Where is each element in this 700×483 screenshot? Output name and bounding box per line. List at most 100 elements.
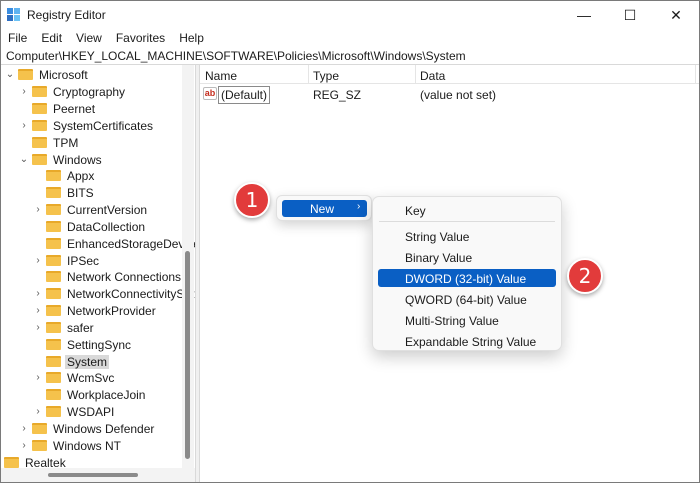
submenu-item-dword-value[interactable]: DWORD (32-bit) Value [378, 269, 556, 287]
tree-item-ipsec[interactable]: › IPSec [33, 252, 101, 269]
submenu-item-label: Key [405, 204, 426, 218]
chevron-right-icon[interactable]: › [19, 117, 29, 134]
chevron-right-icon[interactable]: › [19, 83, 29, 100]
column-header-type[interactable]: Type [313, 69, 339, 83]
menu-file[interactable]: File [1, 29, 34, 47]
tree-item-wsdapi[interactable]: › WSDAPI [33, 403, 116, 420]
chevron-right-icon[interactable]: › [33, 319, 43, 336]
context-menu-item-new-label: New [310, 202, 335, 216]
menu-view[interactable]: View [69, 29, 109, 47]
tree-item-bits[interactable]: BITS [33, 184, 96, 201]
chevron-right-icon: › [357, 201, 361, 212]
submenu-item-string-value[interactable]: String Value [378, 227, 556, 245]
folder-icon [46, 389, 61, 400]
chevron-down-icon[interactable]: ⌄ [19, 151, 29, 168]
tree-item-tpm[interactable]: TPM [19, 134, 80, 151]
tree-item-microsoft[interactable]: ⌄ Microsoft [5, 66, 90, 83]
tree-item-windows-defender[interactable]: › Windows Defender [19, 420, 156, 437]
menu-favorites[interactable]: Favorites [109, 29, 172, 47]
tree-item-networkconnectivitystat[interactable]: › NetworkConnectivityStat [33, 285, 195, 302]
tree-item-label: SystemCertificates [53, 118, 154, 133]
submenu-item-label: Binary Value [405, 251, 473, 265]
table-row[interactable]: ab (Default) REG_SZ (value not set) [200, 85, 699, 104]
tree-item-system[interactable]: System [33, 353, 110, 370]
tree-item-networkprovider[interactable]: › NetworkProvider [33, 302, 158, 319]
column-divider[interactable] [308, 65, 309, 84]
tree-item-label: EnhancedStorageDevices [67, 236, 195, 251]
tree-vertical-scrollbar[interactable] [182, 65, 194, 468]
folder-icon [46, 221, 61, 232]
tree-item-windows[interactable]: ⌄ Windows [19, 151, 104, 168]
submenu-item-binary-value[interactable]: Binary Value [378, 248, 556, 266]
tree-horizontal-scrollbar[interactable] [1, 468, 195, 482]
chevron-right-icon[interactable]: › [33, 285, 43, 302]
tree-vertical-scroll-thumb[interactable] [185, 251, 190, 459]
submenu-item-multi-string-value[interactable]: Multi-String Value [378, 311, 556, 329]
folder-icon [32, 86, 47, 97]
address-bar[interactable]: Computer\HKEY_LOCAL_MACHINE\SOFTWARE\Pol… [1, 47, 699, 65]
folder-icon [32, 137, 47, 148]
folder-icon [46, 339, 61, 350]
submenu-item-key[interactable]: Key [378, 201, 556, 219]
tree-item-label: Windows NT [53, 438, 122, 453]
folder-icon [46, 271, 61, 282]
tree-item-label: NetworkConnectivityStat [67, 286, 195, 301]
tree-item-realtek[interactable]: Realtek [1, 454, 68, 468]
chevron-right-icon[interactable]: › [33, 302, 43, 319]
tree-item-windows-nt[interactable]: › Windows NT [19, 437, 123, 454]
submenu-item-expandable-string-value[interactable]: Expandable String Value [378, 332, 556, 350]
column-divider[interactable] [415, 65, 416, 84]
step-badge-1: 1 [234, 182, 270, 218]
minimize-button[interactable]: — [561, 1, 607, 29]
submenu-item-label: Expandable String Value [405, 335, 537, 349]
menu-edit[interactable]: Edit [34, 29, 69, 47]
tree-item-label: NetworkProvider [67, 303, 156, 318]
folder-icon [46, 204, 61, 215]
chevron-down-icon[interactable]: ⌄ [5, 66, 15, 83]
tree-item-safer[interactable]: › safer [33, 319, 96, 336]
tree-item-systemcertificates[interactable]: › SystemCertificates [19, 117, 155, 134]
tree-item-appx[interactable]: Appx [33, 167, 96, 184]
context-menu: New › [276, 195, 372, 221]
tree-item-label: DataCollection [67, 219, 146, 234]
menu-help[interactable]: Help [172, 29, 211, 47]
folder-icon [32, 154, 47, 165]
tree-item-wcmsvc[interactable]: › WcmSvc [33, 369, 116, 386]
tree-item-label: WorkplaceJoin [67, 387, 146, 402]
tree-item-enhancedstoragedevices[interactable]: EnhancedStorageDevices [33, 235, 195, 252]
chevron-right-icon[interactable]: › [19, 437, 29, 454]
chevron-right-icon[interactable]: › [33, 201, 43, 218]
column-divider[interactable] [695, 65, 696, 84]
close-button[interactable]: ✕ [653, 1, 699, 29]
maximize-button[interactable]: ☐ [607, 1, 653, 29]
chevron-right-icon[interactable]: › [33, 369, 43, 386]
folder-icon [18, 69, 33, 80]
column-header-name[interactable]: Name [205, 69, 237, 83]
chevron-right-icon[interactable]: › [33, 252, 43, 269]
tree-item-datacollection[interactable]: DataCollection [33, 218, 147, 235]
tree-horizontal-scroll-thumb[interactable] [48, 473, 138, 477]
tree-item-label: Cryptography [53, 84, 126, 99]
tree-item-workplacejoin[interactable]: WorkplaceJoin [33, 386, 147, 403]
tree-item-network-connections[interactable]: Network Connections [33, 268, 183, 285]
tree-item-label: TPM [53, 135, 79, 150]
chevron-right-icon[interactable]: › [19, 420, 29, 437]
tree-item-currentversion[interactable]: › CurrentVersion [33, 201, 149, 218]
tree-item-settingsync[interactable]: SettingSync [33, 336, 133, 353]
chevron-right-icon[interactable]: › [33, 403, 43, 420]
tree-item-cryptography[interactable]: › Cryptography [19, 83, 127, 100]
submenu-item-label: DWORD (32-bit) Value [405, 272, 527, 286]
tree-item-peernet[interactable]: Peernet [19, 100, 97, 117]
tree-item-label: Windows Defender [53, 421, 155, 436]
menu-bar: File Edit View Favorites Help [1, 29, 699, 47]
column-header-data[interactable]: Data [420, 69, 445, 83]
string-value-icon: ab [203, 87, 217, 100]
submenu-item-qword-value[interactable]: QWORD (64-bit) Value [378, 290, 556, 308]
tree-item-label: System [65, 354, 110, 369]
